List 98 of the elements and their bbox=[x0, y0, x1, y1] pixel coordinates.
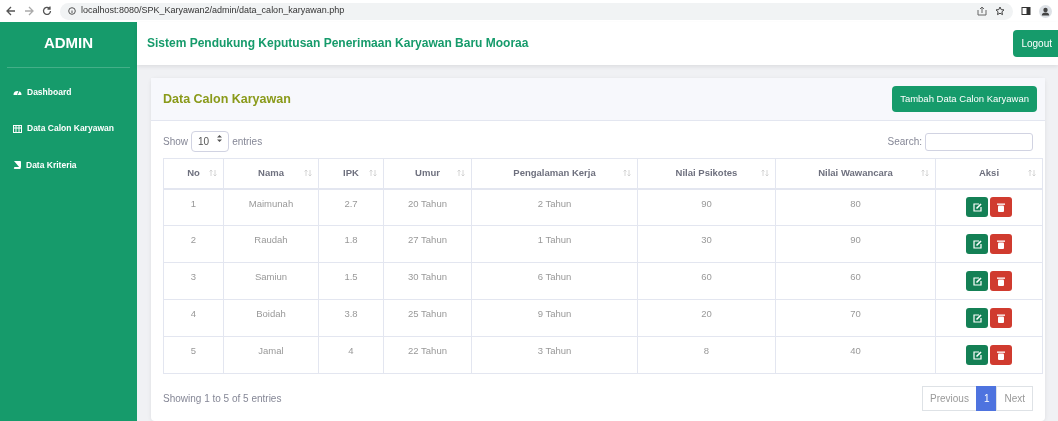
edit-button[interactable] bbox=[966, 271, 988, 291]
table-cell: Raudah bbox=[223, 225, 319, 263]
pagination-button[interactable]: 1 bbox=[975, 386, 998, 411]
table-cell: 2 bbox=[163, 225, 224, 263]
logout-button[interactable]: Logout bbox=[1013, 29, 1058, 57]
trash-icon bbox=[997, 202, 1005, 212]
table-info: Showing 1 to 5 of 5 entries bbox=[163, 392, 282, 406]
share-icon[interactable] bbox=[977, 6, 987, 16]
trash-icon bbox=[997, 350, 1005, 360]
table-cell: 27 Tahun bbox=[383, 225, 472, 263]
table-cell: 25 Tahun bbox=[383, 299, 472, 337]
table-cell: 30 Tahun bbox=[383, 262, 472, 300]
table-cell: 3 bbox=[163, 262, 224, 300]
sidebar-item[interactable]: Dashboard bbox=[7, 75, 130, 113]
column-header[interactable]: Aksi bbox=[935, 158, 1043, 189]
column-header[interactable]: IPK bbox=[318, 158, 384, 189]
delete-button[interactable] bbox=[990, 345, 1012, 365]
edit-button[interactable] bbox=[966, 234, 988, 254]
trash-icon bbox=[997, 239, 1005, 249]
table-cell: 4 bbox=[318, 336, 384, 374]
trash-icon bbox=[997, 276, 1005, 286]
table-cell: 6 Tahun bbox=[471, 262, 638, 300]
back-icon[interactable] bbox=[6, 6, 16, 16]
book-icon bbox=[13, 161, 21, 170]
table-cell: 2.7 bbox=[318, 188, 384, 226]
edit-button[interactable] bbox=[966, 308, 988, 328]
column-header[interactable]: Nilai Psikotes bbox=[637, 158, 776, 189]
table-icon bbox=[13, 124, 22, 133]
search-field[interactable] bbox=[925, 132, 1033, 151]
edit-icon bbox=[972, 202, 982, 212]
table-cell: 20 bbox=[637, 299, 776, 337]
column-header[interactable]: Nama bbox=[223, 158, 319, 189]
table-cell: 1.5 bbox=[318, 262, 384, 300]
edit-icon bbox=[972, 276, 982, 286]
edit-icon bbox=[972, 350, 982, 360]
search-label: Search: bbox=[887, 135, 922, 149]
trash-icon bbox=[997, 313, 1005, 323]
sort-icon bbox=[623, 169, 631, 177]
delete-button[interactable] bbox=[990, 197, 1012, 218]
table-cell: 90 bbox=[637, 188, 776, 226]
sort-icon bbox=[1028, 169, 1036, 177]
table-cell: 90 bbox=[775, 225, 936, 263]
table-cell: 80 bbox=[775, 188, 936, 226]
table-cell: 30 bbox=[637, 225, 776, 263]
sidebar-item[interactable]: Data Kriteria bbox=[7, 149, 130, 186]
table-cell: 2 Tahun bbox=[471, 188, 638, 226]
column-header[interactable]: Umur bbox=[383, 158, 472, 189]
table-cell: 40 bbox=[775, 336, 936, 374]
edit-button[interactable] bbox=[966, 345, 988, 365]
table-cell: 5 bbox=[163, 336, 224, 374]
delete-button[interactable] bbox=[990, 271, 1012, 291]
address-bar[interactable]: localhost:8080/SPK_Karyawan2/admin/data_calon_karyawan.php bbox=[60, 2, 1013, 20]
table-cell: Samiun bbox=[223, 262, 319, 300]
entries-label: entries bbox=[232, 135, 263, 149]
table-cell: 3.8 bbox=[318, 299, 384, 337]
delete-button[interactable] bbox=[990, 234, 1012, 254]
sort-icon bbox=[921, 169, 929, 177]
table-cell: 60 bbox=[637, 262, 776, 300]
sort-icon bbox=[457, 169, 465, 177]
page-size-select[interactable]: 10 bbox=[191, 131, 230, 152]
delete-button[interactable] bbox=[990, 308, 1012, 328]
table-cell: 1 Tahun bbox=[471, 225, 638, 263]
select-caret-icon bbox=[217, 134, 223, 143]
table-cell: Boidah bbox=[223, 299, 319, 337]
table-cell: Maimunah bbox=[223, 188, 319, 226]
column-header[interactable]: Pengalaman Kerja bbox=[471, 158, 638, 189]
sidebar-icon[interactable] bbox=[1021, 6, 1031, 16]
url-text: localhost:8080/SPK_Karyawan2/admin/data_calon_karyawan.php bbox=[81, 4, 345, 18]
edit-icon bbox=[972, 313, 982, 323]
app-title: Sistem Pendukung Keputusan Penerimaan Karyawan Baru Mooraa bbox=[147, 35, 529, 53]
table-cell: 8 bbox=[637, 336, 776, 374]
info-icon bbox=[68, 7, 76, 15]
sort-icon bbox=[761, 169, 769, 177]
sidebar-brand: ADMIN bbox=[7, 22, 130, 68]
add-button[interactable]: Tambah Data Calon Karyawan bbox=[892, 85, 1037, 112]
table-cell: 1.8 bbox=[318, 225, 384, 263]
reload-icon[interactable] bbox=[42, 6, 52, 16]
column-header[interactable]: No bbox=[163, 158, 224, 189]
edit-icon bbox=[972, 239, 982, 249]
table-cell: 9 Tahun bbox=[471, 299, 638, 337]
sort-icon bbox=[209, 169, 217, 177]
table-cell: Jamal bbox=[223, 336, 319, 374]
table-cell: 60 bbox=[775, 262, 936, 300]
table-cell: 70 bbox=[775, 299, 936, 337]
edit-button[interactable] bbox=[966, 197, 988, 218]
table-cell: 22 Tahun bbox=[383, 336, 472, 374]
sort-icon bbox=[369, 169, 377, 177]
sidebar-item[interactable]: Data Calon Karyawan bbox=[7, 112, 130, 149]
table-cell: 20 Tahun bbox=[383, 188, 472, 226]
sort-icon bbox=[304, 169, 312, 177]
star-icon[interactable] bbox=[995, 6, 1005, 16]
profile-icon[interactable] bbox=[1039, 4, 1052, 18]
table-cell: 1 bbox=[163, 188, 224, 226]
column-header[interactable]: Nilai Wawancara bbox=[775, 158, 936, 189]
table-cell: 4 bbox=[163, 299, 224, 337]
card-title: Data Calon Karyawan bbox=[163, 90, 291, 108]
table-cell: 3 Tahun bbox=[471, 336, 638, 374]
show-label: Show bbox=[163, 135, 188, 149]
